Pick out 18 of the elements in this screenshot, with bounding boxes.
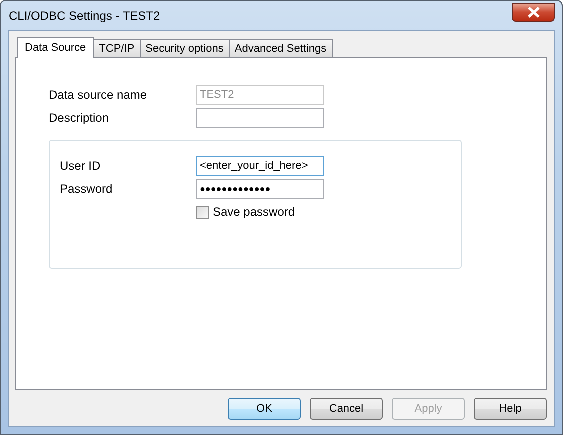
dialog-button[interactable]: Help	[474, 398, 547, 420]
dialog-button[interactable]: Cancel	[310, 398, 383, 420]
field-label: User ID	[60, 159, 102, 173]
close-button[interactable]	[512, 3, 555, 22]
input-field[interactable]: ●●●●●●●●●●●●●	[196, 179, 324, 199]
save-password-checkbox[interactable]: Save password	[196, 205, 296, 219]
tab[interactable]: Security options	[140, 39, 230, 57]
field-label: Data source name	[49, 88, 148, 102]
dialog-button[interactable]: OK	[228, 398, 301, 420]
window-title: CLI/ODBC Settings - TEST2	[9, 8, 160, 22]
tab[interactable]: TCP/IP	[93, 39, 141, 57]
input-field[interactable]: <enter_your_id_here>	[196, 156, 324, 176]
field-label: Password	[60, 182, 114, 196]
tab[interactable]: Advanced Settings	[228, 39, 333, 57]
input-field[interactable]	[196, 108, 324, 128]
close-icon	[526, 7, 540, 18]
tab[interactable]: Data Source	[17, 37, 94, 58]
field-label: Description	[49, 111, 110, 125]
